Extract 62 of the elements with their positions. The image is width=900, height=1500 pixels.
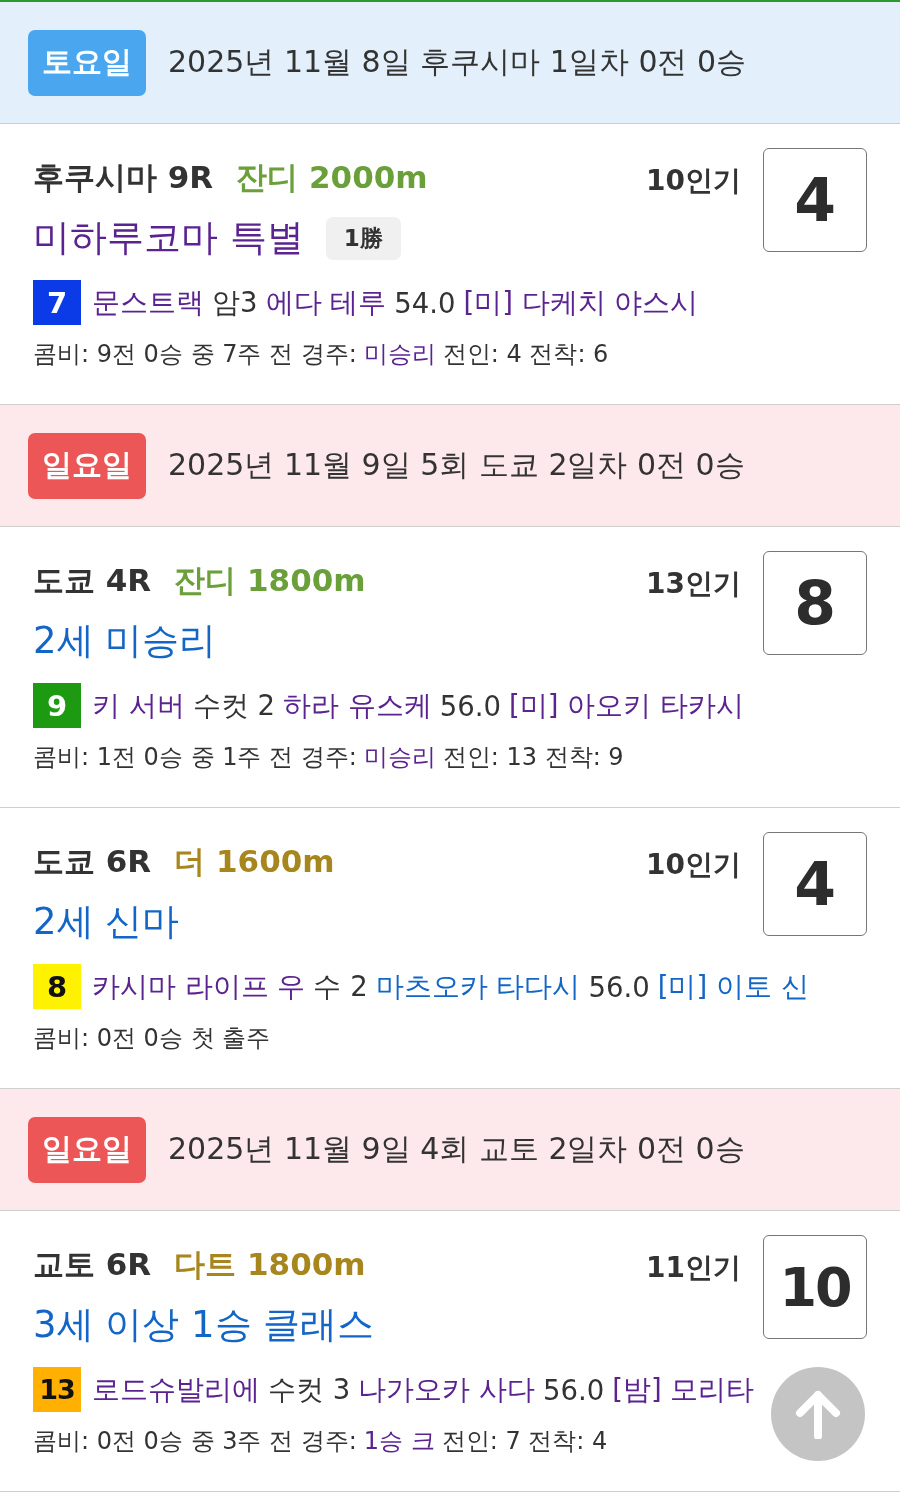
race-venue-text: 도쿄 6R xyxy=(33,842,152,881)
jockey-link[interactable]: 마츠오카 타다시 xyxy=(375,968,581,1005)
course-text: 다트 1800m xyxy=(174,1245,366,1284)
jockey-link[interactable]: 하라 유스케 xyxy=(283,687,432,724)
race-name-link[interactable]: 미하루코마 특별 xyxy=(33,213,304,263)
race-name-link[interactable]: 3세 이상 1승 클래스 xyxy=(33,1300,375,1350)
race-day-text: 2025년 11월 9일 5회 도쿄 2일차 0전 0승 xyxy=(168,446,745,484)
course-text: 잔디 2000m xyxy=(236,158,428,197)
combi-text: 콤비: 0전 0승 첫 출주 xyxy=(33,1023,271,1054)
combi-text: 콤비: 0전 0승 중 3주 전 경주: xyxy=(33,1426,357,1457)
last-race-link[interactable]: 미승리 xyxy=(363,741,436,773)
horse-number: 13 xyxy=(33,1367,81,1412)
jockey-link[interactable]: 나가오카 사다 xyxy=(358,1371,535,1408)
horse-name-link[interactable]: 키 서버 xyxy=(92,687,185,724)
weekday-badge: 일요일 xyxy=(28,432,146,499)
popularity-text: 10인기 xyxy=(646,847,741,883)
race-venue-text: 도쿄 4R xyxy=(33,561,152,600)
finish-position: 4 xyxy=(763,832,867,936)
combi-text: 콤비: 9전 0승 중 7주 전 경주: xyxy=(33,339,357,370)
horse-number: 8 xyxy=(33,964,81,1009)
horse-name-link[interactable]: 문스트랙 xyxy=(92,284,204,321)
sex-age-text: 수 2 xyxy=(313,968,368,1004)
weight-text: 56.0 xyxy=(588,970,650,1003)
finish-position: 8 xyxy=(763,551,867,655)
weight-text: 56.0 xyxy=(439,689,501,722)
race-day-text: 2025년 11월 8일 후쿠시마 1일차 0전 0승 xyxy=(168,43,747,81)
jockey-link[interactable]: 에다 테루 xyxy=(265,284,387,321)
trainer-link[interactable]: [미] 다케치 야스시 xyxy=(463,284,699,321)
race-name-link[interactable]: 2세 신마 xyxy=(33,897,180,947)
popularity-text: 13인기 xyxy=(646,566,741,602)
weekday-badge: 일요일 xyxy=(28,1116,146,1183)
horse-name-link[interactable]: 로드슈발리에 xyxy=(92,1371,260,1408)
weight-text: 56.0 xyxy=(543,1373,605,1406)
popularity-text: 10인기 xyxy=(646,163,741,199)
horse-number: 7 xyxy=(33,280,81,325)
weight-text: 54.0 xyxy=(394,286,456,319)
result-text: 전인: 13 전착: 9 xyxy=(442,742,624,773)
race-name-link[interactable]: 2세 미승리 xyxy=(33,616,217,666)
trainer-link[interactable]: [밤] 모리타 xyxy=(612,1371,755,1408)
last-race-link[interactable]: 1승 크 xyxy=(363,1425,435,1457)
combi-text: 콤비: 1전 0승 중 1주 전 경주: xyxy=(33,742,357,773)
trainer-link[interactable]: [미] 이토 신 xyxy=(657,968,809,1005)
race-venue-text: 교토 6R xyxy=(33,1245,152,1284)
popularity-text: 11인기 xyxy=(646,1250,741,1286)
result-text: 전인: 7 전착: 4 xyxy=(441,1426,608,1457)
horse-number: 9 xyxy=(33,683,81,728)
result-text: 전인: 4 전착: 6 xyxy=(442,339,609,370)
finish-position: 4 xyxy=(763,148,867,252)
sex-age-text: 수컷 3 xyxy=(268,1371,351,1407)
race-venue-text: 후쿠시마 9R xyxy=(33,158,214,197)
sex-age-text: 수컷 2 xyxy=(192,687,275,723)
finish-position: 10 xyxy=(763,1235,867,1339)
weekday-badge: 토요일 xyxy=(28,29,146,96)
up-arrow-icon xyxy=(795,1389,841,1439)
course-text: 잔디 1800m xyxy=(174,561,366,600)
trainer-link[interactable]: [미] 아오키 타카시 xyxy=(509,687,744,724)
sex-age-text: 암3 xyxy=(212,284,258,320)
horse-name-link[interactable]: 카시마 라이프 우 xyxy=(92,968,306,1005)
course-text: 더 1600m xyxy=(174,842,335,881)
last-race-link[interactable]: 미승리 xyxy=(363,338,436,370)
grade-badge: 1勝 xyxy=(325,216,401,260)
race-day-text: 2025년 11월 9일 4회 교토 2일차 0전 0승 xyxy=(168,1130,745,1168)
